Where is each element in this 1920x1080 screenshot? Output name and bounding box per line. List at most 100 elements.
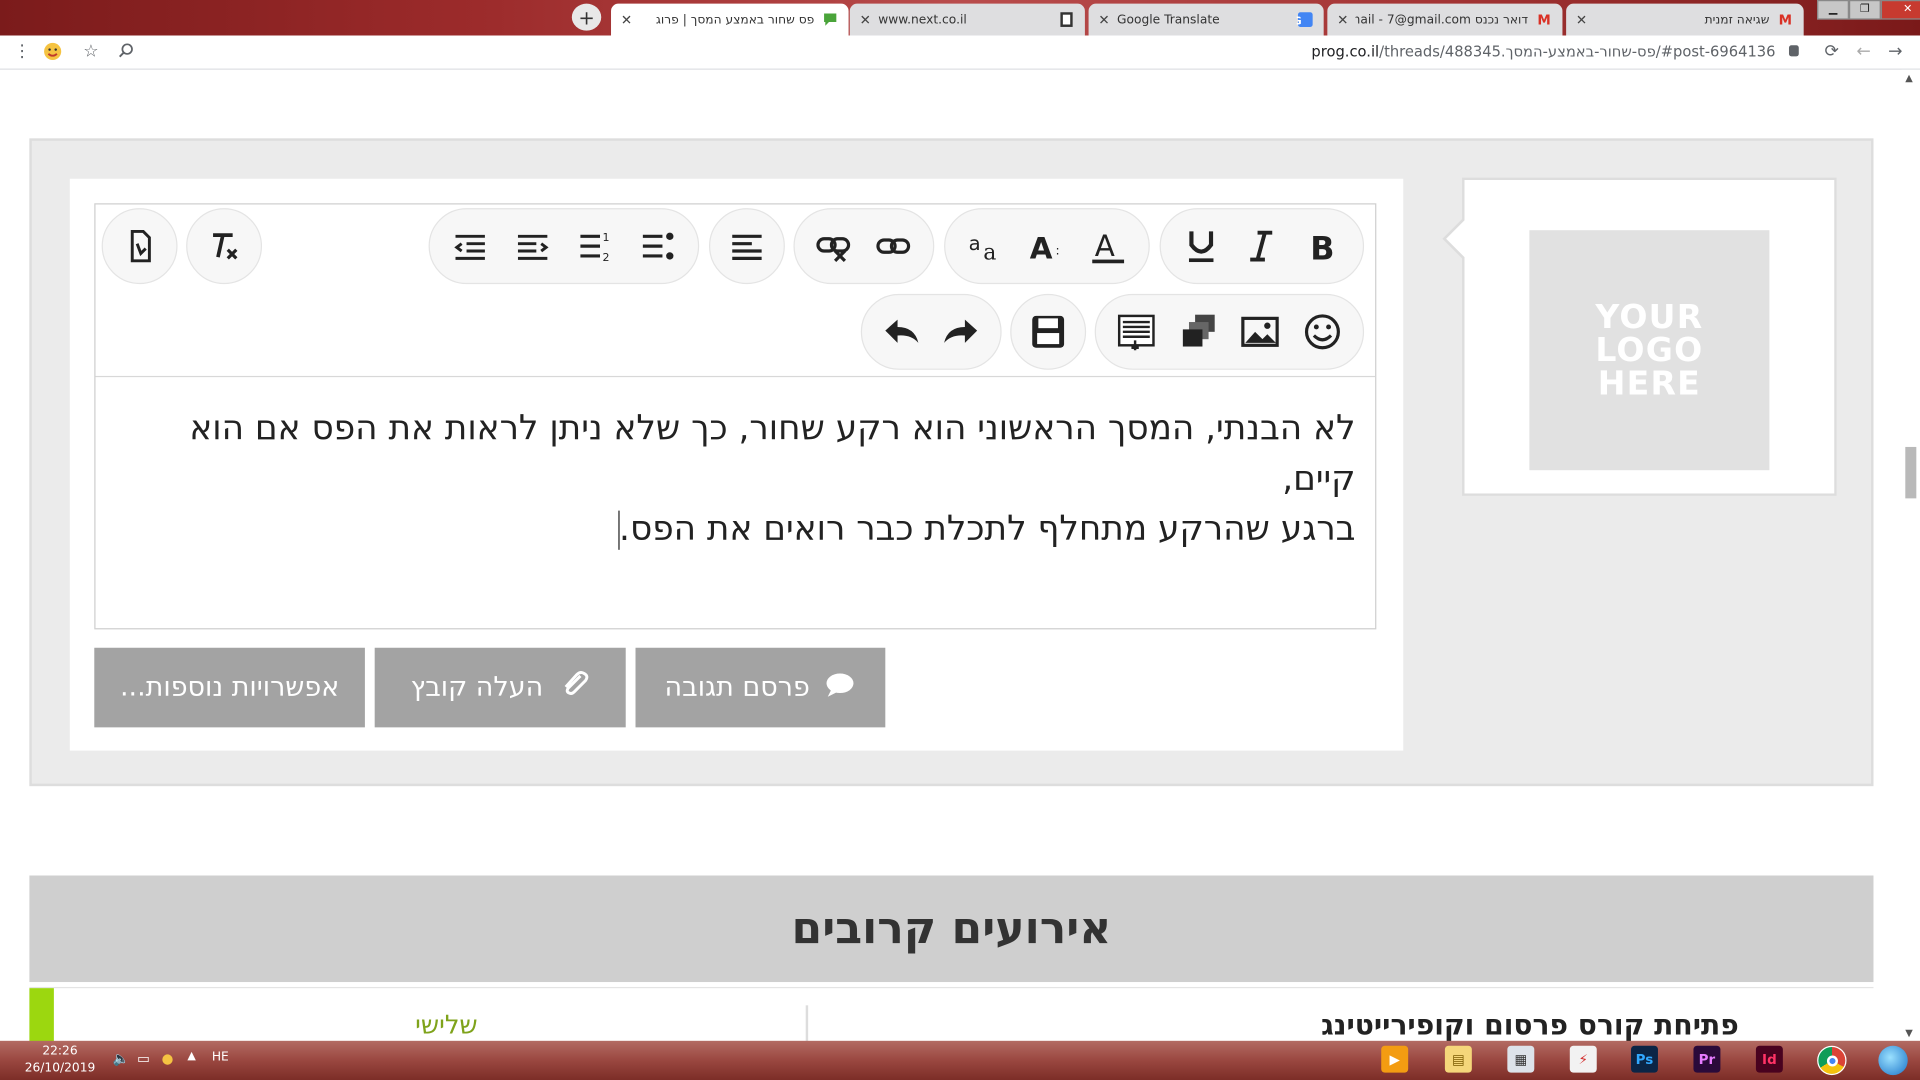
event-day: שלישי xyxy=(415,1010,478,1040)
insert-icon[interactable] xyxy=(1108,304,1164,360)
new-tab-button[interactable]: + xyxy=(571,3,602,31)
tab-gmail-error[interactable]: M שגיאה זמנית ✕ xyxy=(1566,3,1804,36)
remove-format-icon[interactable] xyxy=(196,218,252,274)
remove-format-group xyxy=(186,208,263,285)
close-tab-icon[interactable]: ✕ xyxy=(860,12,871,28)
more-options-button[interactable]: אפשרויות נוספות... xyxy=(94,647,365,728)
indesign-icon[interactable]: Id xyxy=(1755,1045,1783,1073)
scroll-thumb[interactable] xyxy=(1905,446,1917,499)
user-avatar-box: YOUR LOGO HERE xyxy=(1442,177,1837,496)
gmail-icon: M xyxy=(1537,11,1551,28)
rich-text-editor[interactable]: 12 a a A: A B לא הבנתי, המסך הראשוני הו… xyxy=(94,203,1377,630)
maximize-button[interactable]: ❐ xyxy=(1848,0,1881,20)
tab-title: Google Translate xyxy=(1117,12,1220,27)
font-family-icon[interactable]: aa xyxy=(958,218,1014,274)
chat-bubble-icon xyxy=(822,11,839,28)
tab-title: דואר נכנס Gmail - 7@gmail.com xyxy=(1356,12,1529,27)
avatar[interactable]: YOUR LOGO HERE xyxy=(1529,230,1770,471)
undo-icon[interactable] xyxy=(873,304,929,360)
svg-text:a: a xyxy=(983,241,996,266)
bold-icon[interactable]: B xyxy=(1294,218,1350,274)
zoom-icon[interactable] xyxy=(118,42,135,64)
link-icon[interactable] xyxy=(865,218,921,274)
page-scrollbar[interactable]: ▲ ▼ xyxy=(1901,69,1920,1041)
photoshop-icon[interactable]: Ps xyxy=(1631,1045,1658,1073)
minimize-button[interactable]: ▁ xyxy=(1817,0,1849,20)
reload-icon[interactable]: ⟳ xyxy=(1824,42,1838,62)
tab-translate[interactable]: G Google Translate ✕ xyxy=(1088,3,1324,36)
file-explorer-icon[interactable]: ▤ xyxy=(1444,1045,1472,1073)
scroll-down-icon[interactable]: ▼ xyxy=(1905,1027,1913,1038)
media-icon[interactable] xyxy=(1170,304,1226,360)
align-group xyxy=(708,208,785,285)
svg-text:2: 2 xyxy=(602,251,609,264)
extension-icon[interactable] xyxy=(43,42,63,66)
editor-panel: 12 a a A: A B לא הבנתי, המסך הראשוני הו… xyxy=(69,178,1404,751)
link-group xyxy=(793,208,935,285)
page-content: 12 a a A: A B לא הבנתי, המסך הראשוני הו… xyxy=(0,69,1920,1043)
editor-content[interactable]: לא הבנתי, המסך הראשוני הוא רקע שחור, כך … xyxy=(131,403,1356,554)
event-accent xyxy=(29,988,54,1043)
event-row[interactable]: שלישי פתיחת קורס פרסום וקופירייטינג xyxy=(29,986,1874,1043)
acrobat-icon[interactable]: ⚡ xyxy=(1569,1045,1597,1073)
underline-icon[interactable] xyxy=(1173,218,1229,274)
close-tab-icon[interactable]: ✕ xyxy=(1337,12,1348,28)
close-tab-icon[interactable]: ✕ xyxy=(1576,12,1587,28)
indent-icon[interactable] xyxy=(505,218,561,274)
close-window-button[interactable]: ✕ xyxy=(1880,0,1920,20)
system-clock[interactable]: 22:26 26/10/2019 xyxy=(22,1043,98,1077)
tab-next[interactable]: www.next.co.il ✕ xyxy=(849,3,1085,36)
content-line: לא הבנתי, המסך הראשוני הוא רקע שחור, כך … xyxy=(189,407,1356,499)
text-style-group: B xyxy=(1159,208,1365,285)
close-tab-icon[interactable]: ✕ xyxy=(621,12,632,28)
volume-icon[interactable]: 🔈 xyxy=(113,1051,130,1067)
chrome-icon[interactable] xyxy=(1817,1045,1847,1076)
lock-icon[interactable] xyxy=(1788,45,1799,57)
upcoming-events-header: אירועים קרובים xyxy=(29,875,1874,983)
messenger-icon[interactable]: ● xyxy=(162,1051,174,1067)
svg-text:A: A xyxy=(1030,231,1053,265)
premiere-icon[interactable]: Pr xyxy=(1693,1045,1721,1073)
save-draft-icon[interactable] xyxy=(1020,304,1076,360)
calculator-icon[interactable]: ▦ xyxy=(1507,1045,1535,1073)
font-size-icon[interactable]: A: xyxy=(1019,218,1075,274)
scroll-up-icon[interactable]: ▲ xyxy=(1905,72,1913,83)
network-icon[interactable]: ▭ xyxy=(137,1051,150,1067)
bullet-list-icon[interactable] xyxy=(629,218,685,274)
tab-active[interactable]: פס שחור באמצע המסך | פרוג ✕ xyxy=(611,3,849,36)
address-bar: ⋮ ☆ prog.co.il/threads/488345.פס-שחור-בא… xyxy=(0,35,1920,70)
font-color-icon[interactable]: A xyxy=(1080,218,1136,274)
media-player-icon[interactable]: ▶ xyxy=(1381,1045,1409,1073)
event-title[interactable]: פתיחת קורס פרסום וקופירייטינג xyxy=(1321,1010,1739,1042)
start-button[interactable] xyxy=(1878,1045,1908,1076)
tray-expand-icon[interactable]: ▲ xyxy=(187,1051,195,1063)
insert-group xyxy=(1094,293,1365,370)
numbered-list-icon[interactable]: 12 xyxy=(567,218,623,274)
back-icon[interactable]: ← xyxy=(1856,42,1870,62)
star-icon[interactable]: ☆ xyxy=(83,42,98,62)
image-icon[interactable] xyxy=(1232,304,1288,360)
bbcode-icon[interactable] xyxy=(111,218,167,274)
menu-icon[interactable]: ⋮ xyxy=(13,42,30,62)
page-icon xyxy=(1058,11,1075,28)
smiley-icon[interactable] xyxy=(1294,304,1350,360)
align-icon[interactable] xyxy=(719,218,775,274)
save-group xyxy=(1010,293,1087,370)
close-tab-icon[interactable]: ✕ xyxy=(1098,12,1109,28)
url-text[interactable]: prog.co.il/threads/488345.פס-שחור-באמצע-… xyxy=(1311,43,1775,60)
tab-gmail-inbox[interactable]: M דואר נכנס Gmail - 7@gmail.com ✕ xyxy=(1327,3,1563,36)
gmail-icon: M xyxy=(1778,11,1793,28)
browser-tab-strip: + פס שחור באמצע המסך | פרוג ✕ www.next.c… xyxy=(0,0,1920,36)
redo-icon[interactable] xyxy=(933,304,989,360)
content-line: ברגע שהרקע מתחלף לתכלת כבר רואים את הפס. xyxy=(617,508,1356,550)
speech-arrow xyxy=(1442,216,1466,261)
post-reply-button[interactable]: פרסם תגובה xyxy=(635,647,886,728)
outdent-icon[interactable] xyxy=(443,218,499,274)
forward-icon[interactable]: → xyxy=(1888,42,1902,62)
italic-icon[interactable] xyxy=(1234,218,1290,274)
events-heading: אירועים קרובים xyxy=(791,903,1112,954)
language-indicator[interactable]: HE xyxy=(212,1051,229,1064)
chat-bubble-icon xyxy=(824,668,856,707)
upload-file-button[interactable]: העלה קובץ xyxy=(374,647,626,728)
unlink-icon[interactable] xyxy=(806,218,862,274)
